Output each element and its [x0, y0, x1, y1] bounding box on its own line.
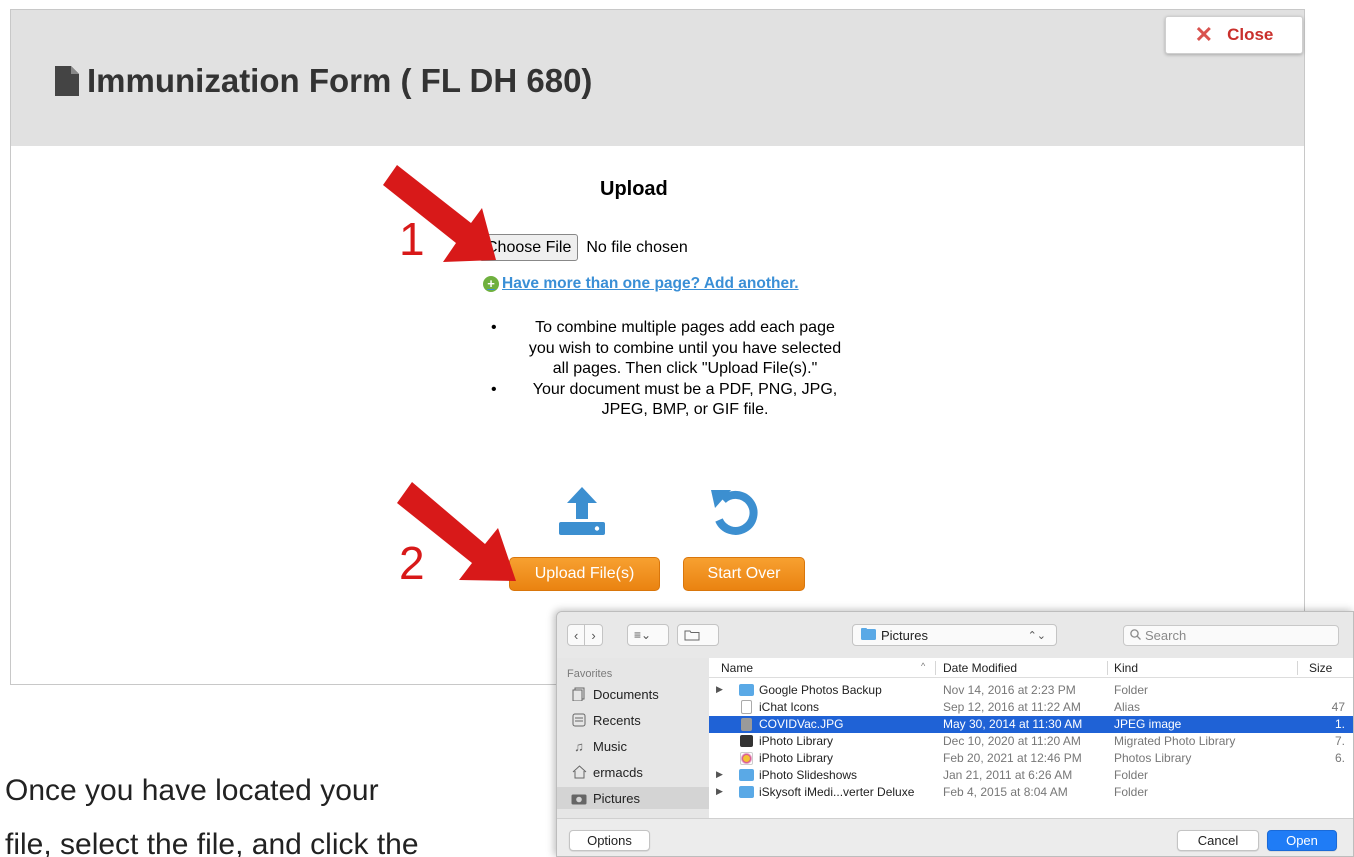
iphoto-library-icon	[740, 735, 753, 747]
file-row[interactable]: ▶ Google Photos Backup Nov 14, 2016 at 2…	[709, 682, 1353, 699]
image-file-icon	[741, 718, 752, 731]
alias-file-icon	[741, 700, 752, 714]
caption-line: file, select the file, and click the	[5, 828, 419, 857]
forward-icon[interactable]: ›	[584, 625, 601, 645]
file-name: COVIDVac.JPG	[759, 717, 844, 731]
back-icon[interactable]: ‹	[568, 625, 584, 645]
file-row-selected[interactable]: COVIDVac.JPG May 30, 2014 at 11:30 AM JP…	[709, 716, 1353, 733]
sidebar-item-pictures[interactable]: Pictures	[557, 787, 709, 809]
folder-icon	[739, 684, 754, 696]
photos-library-icon	[740, 752, 753, 765]
options-button[interactable]: Options	[569, 830, 650, 851]
column-header-date[interactable]: Date Modified	[943, 661, 1017, 675]
file-date: Nov 14, 2016 at 2:23 PM	[943, 683, 1076, 697]
arrow-to-upload-button	[397, 482, 516, 581]
file-kind: JPEG image	[1114, 717, 1182, 731]
file-name: Google Photos Backup	[759, 683, 882, 697]
cancel-button[interactable]: Cancel	[1177, 830, 1259, 851]
sidebar-item-label: Pictures	[593, 790, 640, 806]
file-list-header: Name ^ Date Modified Kind Size	[709, 658, 1353, 678]
music-icon: ♫	[574, 738, 584, 754]
column-divider	[1297, 661, 1298, 675]
arrow-to-choose-file	[383, 165, 496, 262]
file-size: 7.	[1334, 734, 1345, 748]
file-size: 6.	[1334, 751, 1345, 765]
nav-buttons: ‹ ›	[567, 624, 603, 646]
file-size: 1.	[1334, 717, 1345, 731]
file-date: Feb 4, 2015 at 8:04 AM	[943, 785, 1068, 799]
file-kind: Folder	[1114, 768, 1149, 782]
search-placeholder: Search	[1145, 628, 1187, 643]
file-row[interactable]: ▶ iPhoto Slideshows Jan 21, 2011 at 6:26…	[709, 767, 1353, 784]
home-icon	[571, 765, 587, 779]
search-input[interactable]: Search	[1123, 625, 1339, 646]
disclosure-triangle-icon[interactable]: ▶	[716, 684, 723, 695]
sidebar-item-label: Music	[593, 738, 627, 754]
sidebar-heading: Favorites	[567, 668, 613, 680]
column-header-name[interactable]: Name	[721, 661, 753, 675]
updown-chevron-icon: ⌃⌄	[1027, 629, 1046, 642]
file-row[interactable]: iChat Icons Sep 12, 2016 at 11:22 AM Ali…	[709, 699, 1353, 716]
sidebar-item-ermacds[interactable]: ermacds	[571, 761, 643, 783]
file-name: iChat Icons	[759, 700, 820, 714]
file-row[interactable]: iPhoto Library Feb 20, 2021 at 12:46 PM …	[709, 750, 1353, 767]
file-list: Name ^ Date Modified Kind Size ▶ Google …	[709, 658, 1353, 818]
file-date: Dec 10, 2020 at 11:20 AM	[943, 734, 1081, 748]
folder-icon	[739, 769, 754, 781]
file-row[interactable]: ▶ iSkysoft iMedi...verter Deluxe Feb 4, …	[709, 784, 1353, 801]
file-kind: Photos Library	[1114, 751, 1192, 765]
file-date: Feb 20, 2021 at 12:46 PM	[943, 751, 1082, 765]
recents-icon	[571, 713, 587, 727]
search-icon	[1130, 628, 1141, 643]
folder-icon	[861, 627, 876, 643]
dialog-bottom-bar: Options Cancel Open	[557, 818, 1353, 856]
location-select[interactable]: Pictures ⌃⌄	[852, 624, 1057, 646]
caption-line: Once you have located your	[5, 774, 379, 807]
dialog-sidebar: Favorites Documents Recents ♫ Music erma…	[557, 658, 709, 818]
file-kind: Folder	[1114, 785, 1149, 799]
sidebar-item-recents[interactable]: Recents	[571, 709, 641, 731]
file-name: iSkysoft iMedi...verter Deluxe	[759, 785, 915, 799]
file-name: iPhoto Library	[759, 734, 834, 748]
view-options-button[interactable]: ≡⌄	[627, 624, 669, 646]
camera-icon	[571, 791, 587, 805]
open-button[interactable]: Open	[1267, 830, 1337, 851]
disclosure-triangle-icon[interactable]: ▶	[716, 786, 723, 797]
sidebar-item-label: Documents	[593, 686, 659, 702]
new-folder-icon	[678, 625, 706, 645]
file-open-dialog: ‹ › ≡⌄ Pictures ⌃⌄ Search Favorites Docu…	[556, 611, 1354, 857]
file-date: May 30, 2014 at 11:30 AM	[943, 717, 1083, 731]
folder-icon	[739, 786, 754, 798]
sidebar-item-music[interactable]: ♫ Music	[571, 735, 627, 757]
column-header-size[interactable]: Size	[1309, 661, 1332, 675]
column-divider	[1107, 661, 1108, 675]
file-kind: Folder	[1114, 683, 1149, 697]
sidebar-item-label: Recents	[593, 712, 641, 728]
file-size: 47	[1331, 700, 1345, 714]
file-date: Sep 12, 2016 at 11:22 AM	[943, 700, 1081, 714]
new-folder-button[interactable]	[677, 624, 719, 646]
sort-ascending-icon: ^	[921, 661, 926, 671]
location-name: Pictures	[881, 627, 928, 643]
sidebar-item-label: ermacds	[593, 764, 643, 780]
dialog-toolbar: ‹ › ≡⌄ Pictures ⌃⌄ Search	[557, 612, 1353, 658]
sidebar-item-documents[interactable]: Documents	[571, 683, 659, 705]
disclosure-triangle-icon[interactable]: ▶	[716, 769, 723, 780]
file-date: Jan 21, 2011 at 6:26 AM	[943, 768, 1073, 782]
column-divider	[935, 661, 936, 675]
file-row[interactable]: iPhoto Library Dec 10, 2020 at 11:20 AM …	[709, 733, 1353, 750]
column-header-kind[interactable]: Kind	[1114, 661, 1138, 675]
list-view-icon: ≡⌄	[634, 628, 652, 642]
file-name: iPhoto Library	[759, 751, 834, 765]
file-name: iPhoto Slideshows	[759, 768, 858, 782]
file-kind: Alias	[1114, 700, 1141, 714]
documents-icon	[571, 687, 587, 701]
file-kind: Migrated Photo Library	[1114, 734, 1236, 748]
instruction-caption: Once you have located your file, select …	[5, 764, 525, 857]
